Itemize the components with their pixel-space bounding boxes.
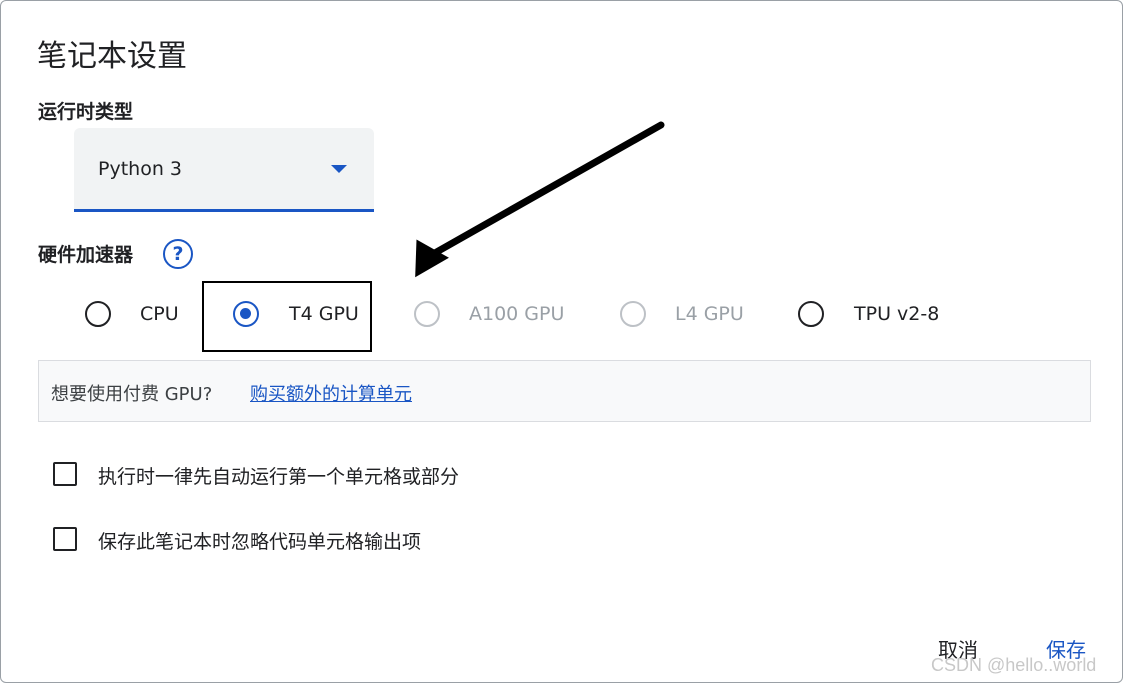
arrow-shaft xyxy=(429,121,665,258)
runtime-type-label: 运行时类型 xyxy=(38,101,134,123)
auto-run-first-cell-label: 执行时一律先自动运行第一个单元格或部分 xyxy=(98,466,460,488)
paid-gpu-text: 想要使用付费 GPU? xyxy=(51,384,213,405)
chevron-down-icon xyxy=(331,165,347,173)
radio-a100-gpu xyxy=(414,301,440,327)
buy-compute-units-link[interactable]: 购买额外的计算单元 xyxy=(250,380,412,406)
notebook-settings-dialog: 笔记本设置 运行时类型 Python 3 硬件加速器 ? CPU T4 GPU … xyxy=(0,0,1123,683)
dialog-title: 笔记本设置 xyxy=(37,39,187,74)
hardware-accelerator-label: 硬件加速器 xyxy=(38,244,134,266)
radio-label-tpu-v2-8: TPU v2-8 xyxy=(854,303,940,325)
omit-output-label: 保存此笔记本时忽略代码单元格输出项 xyxy=(98,531,422,553)
radio-t4-gpu[interactable] xyxy=(233,301,259,327)
watermark: CSDN @hello..world xyxy=(931,655,1097,675)
radio-label-l4-gpu: L4 GPU xyxy=(675,303,744,325)
runtime-type-value: Python 3 xyxy=(98,158,182,180)
paid-gpu-banner: 想要使用付费 GPU? 购买额外的计算单元 xyxy=(38,360,1091,422)
radio-label-a100-gpu: A100 GPU xyxy=(469,303,565,325)
arrow-head xyxy=(415,239,449,278)
auto-run-first-cell-checkbox[interactable] xyxy=(53,462,77,486)
help-icon[interactable]: ? xyxy=(163,239,193,269)
radio-tpu-v2-8[interactable] xyxy=(798,301,824,327)
radio-l4-gpu xyxy=(620,301,646,327)
runtime-type-select[interactable]: Python 3 xyxy=(74,128,374,212)
radio-label-t4-gpu: T4 GPU xyxy=(289,303,359,325)
annotation-arrow xyxy=(415,121,665,278)
omit-output-checkbox[interactable] xyxy=(53,527,77,551)
radio-cpu[interactable] xyxy=(85,301,111,327)
radio-label-cpu: CPU xyxy=(140,303,179,325)
